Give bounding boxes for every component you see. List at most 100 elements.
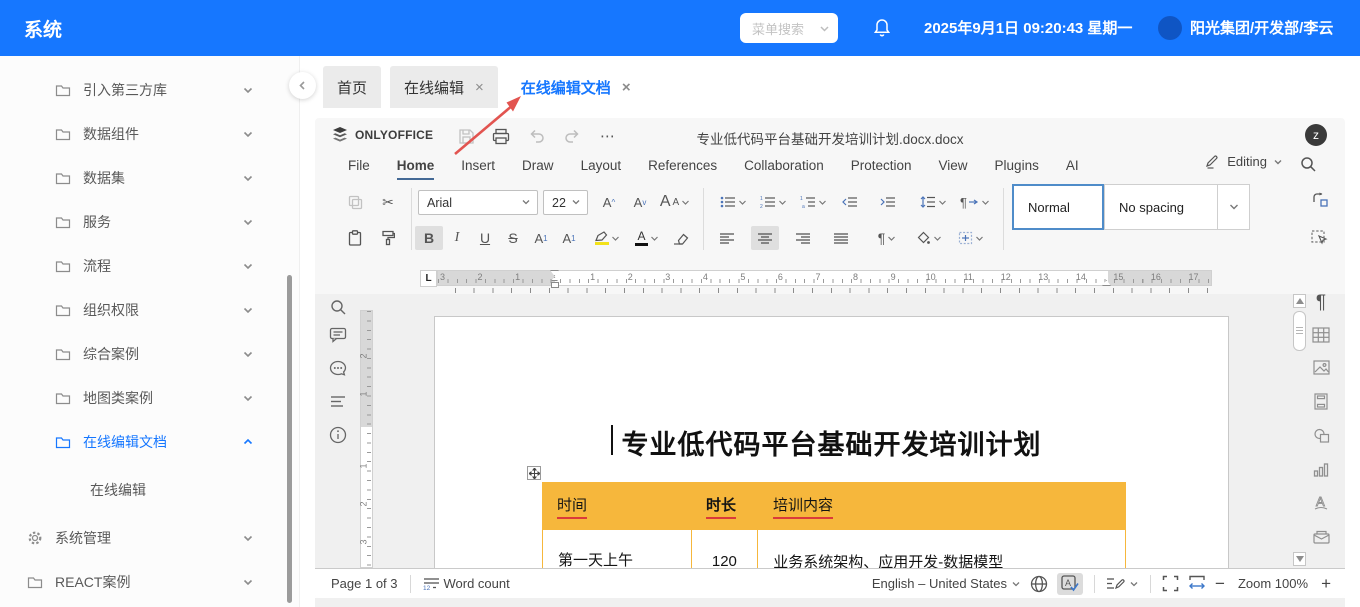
shape-settings-icon[interactable]: [1309, 425, 1333, 445]
vertical-ruler[interactable]: 211234: [360, 310, 373, 568]
numbered-list-icon[interactable]: 12: [753, 190, 793, 214]
sidebar-item-process[interactable]: 流程: [0, 244, 292, 288]
align-center-icon[interactable]: [751, 226, 779, 250]
paragraph-settings-icon[interactable]: ¶: [1309, 294, 1333, 313]
table-cell[interactable]: 120: [692, 530, 759, 568]
menu-draw[interactable]: Draw: [522, 152, 554, 180]
sidebar-item-react-cases[interactable]: REACT案例: [0, 560, 292, 604]
align-right-icon[interactable]: [789, 226, 817, 250]
header-footer-settings-icon[interactable]: [1309, 391, 1333, 411]
table-header-cell[interactable]: 培训内容: [758, 482, 1126, 530]
fit-page-icon[interactable]: [1162, 575, 1179, 592]
line-spacing-icon[interactable]: [913, 190, 953, 214]
italic-button[interactable]: I: [443, 226, 471, 250]
highlight-color-button[interactable]: [587, 226, 627, 250]
sidebar-item-map-cases[interactable]: 地图类案例: [0, 376, 292, 420]
decrease-font-icon[interactable]: Av: [626, 190, 654, 214]
shading-icon[interactable]: [909, 226, 949, 250]
track-changes-button[interactable]: [1106, 576, 1139, 591]
document-page[interactable]: 专业低代码平台基础开发培训计划 时间 时长 培训内容 第一天上午 120: [434, 316, 1229, 568]
align-left-icon[interactable]: [713, 226, 741, 250]
table-header-cell[interactable]: 时间: [542, 482, 691, 530]
menu-ai[interactable]: AI: [1066, 152, 1079, 180]
tab-online-edit-docs[interactable]: 在线编辑文档 ×: [507, 66, 645, 108]
sidebar-item-comprehensive-cases[interactable]: 综合案例: [0, 332, 292, 376]
table-cell[interactable]: 业务系统架构、应用开发-数据模型: [758, 530, 1125, 568]
menu-view[interactable]: View: [939, 152, 968, 180]
sidebar-item-system-management[interactable]: 系统管理: [0, 516, 292, 560]
table-settings-icon[interactable]: [1309, 325, 1333, 345]
font-name-select[interactable]: Arial: [418, 190, 538, 215]
strikethrough-button[interactable]: S: [499, 226, 527, 250]
comments-icon[interactable]: [327, 325, 349, 345]
zoom-level[interactable]: Zoom 100%: [1238, 576, 1308, 591]
bell-icon[interactable]: [872, 17, 892, 38]
word-count-button[interactable]: 12 Word count: [423, 576, 510, 591]
menu-home[interactable]: Home: [397, 152, 435, 180]
text-art-settings-icon[interactable]: A: [1309, 493, 1333, 513]
spell-check-toggle[interactable]: A: [1057, 573, 1083, 595]
tab-online-edit[interactable]: 在线编辑 ×: [390, 66, 498, 108]
find-icon[interactable]: [327, 297, 349, 317]
table-header-cell[interactable]: 时长: [691, 482, 758, 530]
style-normal[interactable]: Normal: [1012, 184, 1104, 230]
sidebar-item-org-permissions[interactable]: 组织权限: [0, 288, 292, 332]
subscript-button[interactable]: A1: [555, 226, 583, 250]
styles-gallery-expand[interactable]: [1217, 184, 1250, 230]
table-header-row[interactable]: 时间 时长 培训内容: [542, 482, 1126, 530]
page-indicator[interactable]: Page 1 of 3: [331, 576, 398, 591]
menu-references[interactable]: References: [648, 152, 717, 180]
scroll-down-button[interactable]: [1293, 552, 1306, 566]
table-row[interactable]: 第一天上午 120 业务系统架构、应用开发-数据模型: [542, 530, 1126, 568]
print-icon[interactable]: [488, 125, 514, 147]
paragraph-direction-icon[interactable]: ¶: [955, 190, 995, 214]
scrollbar-thumb[interactable]: [1293, 311, 1306, 351]
mail-merge-icon[interactable]: [1309, 527, 1333, 547]
sidebar-item-third-party-lib[interactable]: 引入第三方库: [0, 68, 292, 112]
borders-icon[interactable]: [951, 226, 991, 250]
font-size-select[interactable]: 22: [543, 190, 588, 215]
sidebar-item-online-edit-docs[interactable]: 在线编辑文档: [0, 420, 292, 464]
cut-icon[interactable]: ✂: [374, 190, 402, 214]
menu-protection[interactable]: Protection: [851, 152, 912, 180]
clear-formatting-icon[interactable]: [667, 226, 695, 250]
superscript-button[interactable]: A1: [527, 226, 555, 250]
fit-width-icon[interactable]: [1188, 575, 1206, 592]
image-settings-icon[interactable]: [1309, 357, 1333, 377]
bold-button[interactable]: B: [415, 226, 443, 250]
scroll-up-button[interactable]: [1293, 294, 1306, 308]
bullet-list-icon[interactable]: [713, 190, 753, 214]
save-icon[interactable]: [453, 125, 479, 147]
sidebar-item-online-edit[interactable]: 在线编辑: [0, 468, 292, 512]
zoom-out-button[interactable]: −: [1215, 574, 1225, 594]
select-tool-icon[interactable]: [1305, 226, 1333, 250]
menu-layout[interactable]: Layout: [581, 152, 622, 180]
menu-search-select[interactable]: 菜单搜索: [740, 13, 838, 43]
horizontal-ruler[interactable]: 3211234567891011121314151617: [437, 270, 1212, 286]
headings-navigation-icon[interactable]: [327, 391, 349, 411]
document-table[interactable]: 时间 时长 培训内容 第一天上午 120 业务系统架构、应用开发-数据模型: [542, 482, 1126, 568]
document-scrollbar[interactable]: [1293, 294, 1306, 568]
user-avatar[interactable]: [1158, 16, 1182, 40]
nonprinting-characters-icon[interactable]: ¶: [867, 226, 907, 250]
sidebar-item-data-components[interactable]: 数据组件: [0, 112, 292, 156]
font-color-button[interactable]: A: [627, 226, 667, 250]
menu-collaboration[interactable]: Collaboration: [744, 152, 824, 180]
style-no-spacing[interactable]: No spacing: [1104, 184, 1218, 230]
editor-user-badge[interactable]: z: [1305, 124, 1327, 146]
chart-settings-icon[interactable]: [1309, 459, 1333, 479]
editing-mode-select[interactable]: Editing: [1205, 154, 1283, 169]
menu-insert[interactable]: Insert: [461, 152, 495, 180]
table-cell[interactable]: 第一天上午: [543, 530, 692, 568]
underline-button[interactable]: U: [471, 226, 499, 250]
replace-icon[interactable]: [1305, 188, 1333, 212]
sidebar-collapse-button[interactable]: [289, 72, 316, 99]
tab-stop-selector[interactable]: L: [420, 270, 437, 287]
decrease-indent-icon[interactable]: [836, 190, 864, 214]
copy-icon[interactable]: [341, 190, 369, 214]
about-info-icon[interactable]: [327, 425, 349, 445]
tab-home[interactable]: 首页: [323, 66, 381, 108]
multilevel-list-icon[interactable]: 1a: [793, 190, 833, 214]
sidebar-item-dataset[interactable]: 数据集: [0, 156, 292, 200]
sidebar-scrollbar[interactable]: [287, 275, 292, 603]
